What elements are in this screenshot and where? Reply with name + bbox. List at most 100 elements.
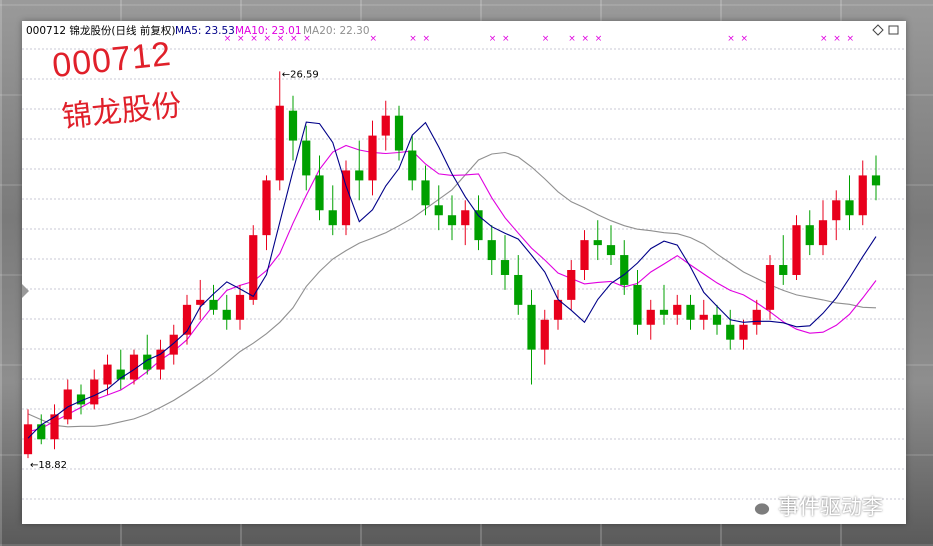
event-marker: × xyxy=(489,34,497,44)
candle xyxy=(726,309,735,350)
candle-body xyxy=(739,324,748,340)
candle-body xyxy=(805,225,814,246)
event-marker: × xyxy=(741,34,749,44)
candle-body xyxy=(328,210,337,226)
candle xyxy=(209,284,218,315)
event-marker: × xyxy=(542,34,550,44)
candle xyxy=(540,309,549,365)
candle-body xyxy=(646,309,655,325)
candle-body xyxy=(63,389,72,420)
ma20-line-group xyxy=(27,151,877,428)
candle-body xyxy=(606,245,616,256)
candle-body xyxy=(262,180,271,236)
candle xyxy=(633,270,642,335)
candle-body xyxy=(103,364,112,385)
candle-body xyxy=(37,424,46,440)
candle xyxy=(699,299,708,330)
candle-body xyxy=(275,105,284,181)
candle-body xyxy=(752,309,761,325)
line-ma5 xyxy=(27,121,877,439)
stamp-code: 000712 xyxy=(50,34,174,86)
candle xyxy=(673,294,682,325)
candle-body xyxy=(355,170,364,181)
stock-stamp: 000712 锦龙股份 xyxy=(34,26,204,146)
candle-body xyxy=(567,270,576,300)
candle xyxy=(500,235,510,290)
candle xyxy=(553,289,563,330)
event-marker: × xyxy=(502,34,510,44)
candle xyxy=(461,200,470,246)
event-marker: × xyxy=(409,34,417,44)
chart-header: 000712 锦龙股份(日线 前复权) MA5: 23.53 MA10: 23.… xyxy=(26,24,370,37)
candle-body xyxy=(580,240,589,270)
candle-body xyxy=(553,299,563,320)
scroll-left-icon[interactable] xyxy=(22,284,29,298)
candle xyxy=(275,71,284,191)
candle xyxy=(196,279,205,320)
candle xyxy=(222,294,231,330)
event-marker: × xyxy=(568,34,576,44)
candle-body xyxy=(421,180,430,206)
candle-body xyxy=(90,379,99,405)
candle-body xyxy=(222,309,231,320)
event-marker: × xyxy=(277,34,285,44)
candle-body xyxy=(792,225,801,275)
candle-body xyxy=(394,115,404,151)
candle xyxy=(567,260,576,310)
candle-body xyxy=(593,240,602,246)
watermark-text: 事件驱动李 xyxy=(778,495,883,519)
candle-body xyxy=(712,314,722,325)
candle-body xyxy=(434,205,443,216)
event-marker: × xyxy=(595,34,603,44)
candle xyxy=(871,155,881,201)
candle xyxy=(606,225,616,266)
candle-body xyxy=(858,175,867,216)
candle-body xyxy=(871,175,881,186)
ma5-line-group xyxy=(27,121,877,439)
watermark: 事件驱动李 xyxy=(742,486,883,526)
restore-icon[interactable] xyxy=(888,25,899,35)
candle-body xyxy=(461,210,470,226)
candle xyxy=(779,235,788,285)
candle xyxy=(116,349,125,390)
candle-body xyxy=(447,215,457,226)
candle-body xyxy=(156,349,165,370)
candle xyxy=(739,319,748,350)
candle xyxy=(845,175,854,231)
candle xyxy=(262,175,271,251)
ma20-label: MA20: 22.30 xyxy=(303,25,370,37)
candle xyxy=(63,379,72,425)
candle-body xyxy=(209,299,218,310)
candle-body xyxy=(408,150,417,181)
candle xyxy=(143,334,152,375)
candle-body xyxy=(699,314,708,320)
candle-body xyxy=(368,135,377,181)
kline-chart-panel[interactable]: ←26.59 ←18.82 000712 锦龙股份(日线 前复权) MA5: 23… xyxy=(22,21,906,524)
candle-body xyxy=(514,274,523,305)
candle xyxy=(50,404,59,450)
candle-body xyxy=(832,200,841,221)
diamond-icon[interactable] xyxy=(872,24,884,36)
candle-body xyxy=(235,294,245,320)
candle-body xyxy=(302,140,311,176)
candle xyxy=(514,255,523,315)
candle-body xyxy=(527,304,536,350)
candle-body xyxy=(315,175,324,211)
event-marker: × xyxy=(847,34,855,44)
candle xyxy=(288,95,298,161)
annotation-high: ←26.59 xyxy=(282,69,319,80)
candle xyxy=(169,324,178,365)
candle-body xyxy=(249,235,258,300)
candle xyxy=(368,120,377,196)
candle xyxy=(858,160,867,226)
candle xyxy=(527,289,536,385)
window-controls xyxy=(872,24,899,36)
candle xyxy=(341,160,351,236)
candle-body xyxy=(620,255,629,285)
candle-body xyxy=(288,110,298,141)
wechat-icon xyxy=(742,494,771,517)
candle xyxy=(302,125,311,191)
event-marker: × xyxy=(224,34,232,44)
event-marker: × xyxy=(727,34,735,44)
event-marker: × xyxy=(303,34,311,44)
